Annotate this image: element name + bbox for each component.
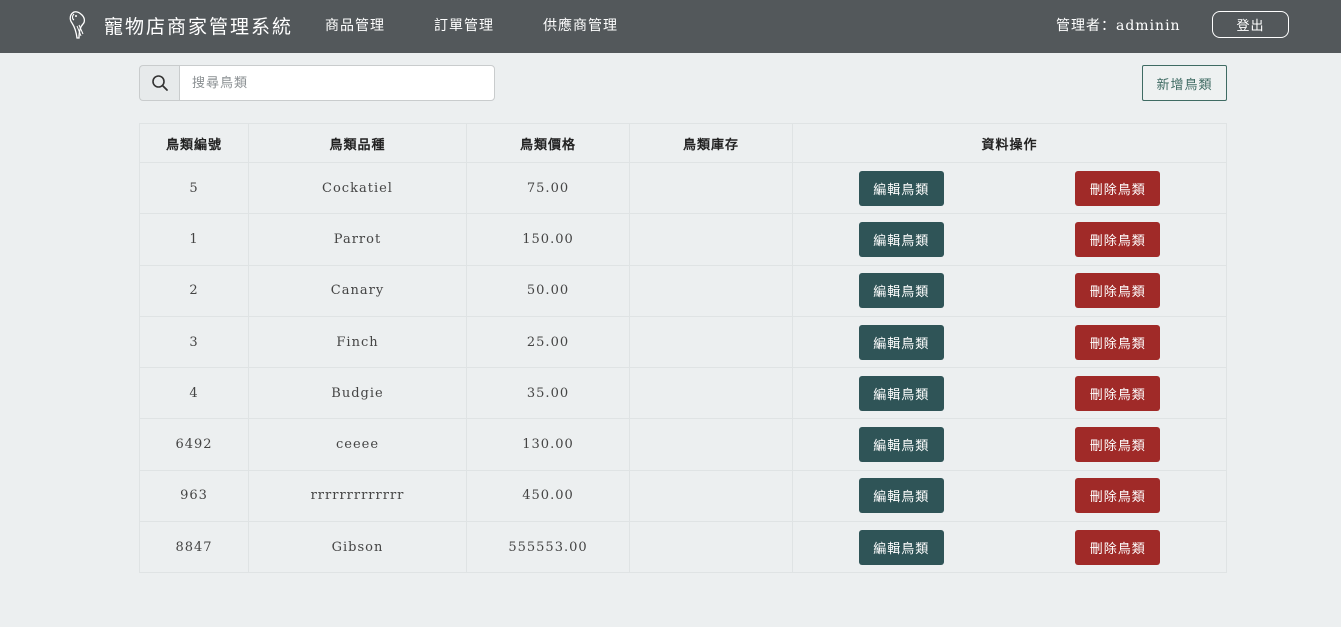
- cell-bird-species: Cockatiel: [248, 161, 467, 215]
- nav-supplier-management[interactable]: 供應商管理: [543, 15, 618, 35]
- nav-order-management[interactable]: 訂單管理: [434, 15, 494, 35]
- cell-bird-price: 50.00: [466, 264, 630, 317]
- nav-product-management[interactable]: 商品管理: [325, 15, 385, 35]
- cell-bird-price: 75.00: [466, 161, 630, 215]
- cell-bird-species: ceeee: [248, 418, 467, 471]
- cell-edit: 編輯鳥類: [792, 367, 1010, 420]
- delete-bird-button[interactable]: 刪除鳥類: [1075, 478, 1161, 514]
- delete-bird-button[interactable]: 刪除鳥類: [1075, 529, 1161, 565]
- edit-bird-button[interactable]: 編輯鳥類: [858, 170, 944, 206]
- header-bird-id: 鳥類編號: [139, 123, 249, 163]
- cell-bird-species: Canary: [248, 264, 467, 317]
- cell-edit: 編輯鳥類: [792, 213, 1010, 266]
- delete-bird-button[interactable]: 刪除鳥類: [1075, 221, 1161, 257]
- delete-bird-button[interactable]: 刪除鳥類: [1075, 273, 1161, 309]
- cell-delete: 刪除鳥類: [1009, 418, 1227, 471]
- cell-bird-price: 555553.00: [466, 521, 630, 574]
- cell-delete: 刪除鳥類: [1009, 367, 1227, 420]
- cell-bird-price: 35.00: [466, 367, 630, 420]
- cell-delete: 刪除鳥類: [1009, 264, 1227, 317]
- cell-bird-stock: [629, 418, 793, 471]
- cell-bird-stock: [629, 469, 793, 523]
- cell-bird-id: 2: [139, 264, 249, 317]
- table-row: 8847 Gibson 555553.00 編輯鳥類 刪除鳥類: [139, 521, 1227, 574]
- delete-bird-button[interactable]: 刪除鳥類: [1075, 170, 1161, 206]
- cell-edit: 編輯鳥類: [792, 521, 1010, 574]
- cell-bird-id: 5: [139, 161, 249, 215]
- admin-label: 管理者：adminin: [1056, 18, 1181, 34]
- cell-bird-id: 963: [139, 469, 249, 523]
- delete-bird-button[interactable]: 刪除鳥類: [1075, 427, 1161, 463]
- brand[interactable]: 寵物店商家管理系統: [66, 9, 293, 41]
- table-header-row: 鳥類編號 鳥類品種 鳥類價格 鳥類庫存 資料操作: [139, 123, 1227, 163]
- cell-edit: 編輯鳥類: [792, 469, 1010, 523]
- cell-bird-price: 450.00: [466, 469, 630, 523]
- cell-bird-stock: [629, 367, 793, 420]
- edit-bird-button[interactable]: 編輯鳥類: [858, 375, 944, 411]
- table-row: 3 Finch 25.00 編輯鳥類 刪除鳥類: [139, 315, 1227, 369]
- cell-bird-price: 25.00: [466, 315, 630, 369]
- edit-bird-button[interactable]: 編輯鳥類: [858, 529, 944, 565]
- delete-bird-button[interactable]: 刪除鳥類: [1075, 324, 1161, 360]
- edit-bird-button[interactable]: 編輯鳥類: [858, 324, 944, 360]
- header-bird-price: 鳥類價格: [466, 123, 630, 163]
- top-navbar: 寵物店商家管理系統 商品管理 訂單管理 供應商管理 管理者：adminin 登出: [0, 0, 1341, 53]
- cell-delete: 刪除鳥類: [1009, 161, 1227, 215]
- cell-bird-species: rrrrrrrrrrrrr: [248, 469, 467, 523]
- search-button[interactable]: [139, 65, 179, 101]
- bird-table: 鳥類編號 鳥類品種 鳥類價格 鳥類庫存 資料操作 5 Cockatiel 75.00…: [139, 123, 1227, 574]
- cell-bird-price: 150.00: [466, 213, 630, 266]
- cell-bird-stock: [629, 315, 793, 369]
- edit-bird-button[interactable]: 編輯鳥類: [858, 478, 944, 514]
- cell-edit: 編輯鳥類: [792, 161, 1010, 215]
- cell-bird-species: Parrot: [248, 213, 467, 266]
- header-bird-stock: 鳥類庫存: [629, 123, 793, 163]
- table-row: 4 Budgie 35.00 編輯鳥類 刪除鳥類: [139, 367, 1227, 420]
- cell-bird-species: Gibson: [248, 521, 467, 574]
- search-input[interactable]: [179, 65, 495, 101]
- table-body: 5 Cockatiel 75.00 編輯鳥類 刪除鳥類 1 Parrot 150.00 編輯鳥類…: [139, 161, 1227, 574]
- cell-delete: 刪除鳥類: [1009, 315, 1227, 369]
- table-row: 963 rrrrrrrrrrrrr 450.00 編輯鳥類 刪除鳥類: [139, 469, 1227, 523]
- cell-edit: 編輯鳥類: [792, 315, 1010, 369]
- table-row: 5 Cockatiel 75.00 編輯鳥類 刪除鳥類: [139, 161, 1227, 215]
- search-bar: [139, 65, 495, 101]
- app-title: 寵物店商家管理系統: [104, 15, 294, 38]
- cell-bird-id: 6492: [139, 418, 249, 471]
- add-bird-button[interactable]: 新增鳥類: [1142, 65, 1227, 101]
- table-row: 6492 ceeee 130.00 編輯鳥類 刪除鳥類: [139, 418, 1227, 471]
- delete-bird-button[interactable]: 刪除鳥類: [1075, 375, 1161, 411]
- cell-bird-stock: [629, 161, 793, 215]
- parrot-logo-icon: [69, 11, 86, 39]
- cell-bird-id: 1: [139, 213, 249, 266]
- cell-bird-id: 3: [139, 315, 249, 369]
- edit-bird-button[interactable]: 編輯鳥類: [858, 427, 944, 463]
- cell-bird-stock: [629, 213, 793, 266]
- edit-bird-button[interactable]: 編輯鳥類: [858, 273, 944, 309]
- cell-bird-species: Finch: [248, 315, 467, 369]
- cell-bird-stock: [629, 521, 793, 574]
- logout-button[interactable]: 登出: [1212, 11, 1289, 38]
- cell-bird-stock: [629, 264, 793, 317]
- search-icon: [151, 75, 168, 91]
- edit-bird-button[interactable]: 編輯鳥類: [858, 221, 944, 257]
- table-row: 1 Parrot 150.00 編輯鳥類 刪除鳥類: [139, 213, 1227, 266]
- cell-edit: 編輯鳥類: [792, 418, 1010, 471]
- cell-bird-id: 4: [139, 367, 249, 420]
- cell-bird-id: 8847: [139, 521, 249, 574]
- table-row: 2 Canary 50.00 編輯鳥類 刪除鳥類: [139, 264, 1227, 317]
- cell-bird-species: Budgie: [248, 367, 467, 420]
- cell-delete: 刪除鳥類: [1009, 521, 1227, 574]
- header-actions: 資料操作: [792, 123, 1227, 163]
- cell-edit: 編輯鳥類: [792, 264, 1010, 317]
- cell-bird-price: 130.00: [466, 418, 630, 471]
- cell-delete: 刪除鳥類: [1009, 469, 1227, 523]
- cell-delete: 刪除鳥類: [1009, 213, 1227, 266]
- header-bird-species: 鳥類品種: [248, 123, 467, 163]
